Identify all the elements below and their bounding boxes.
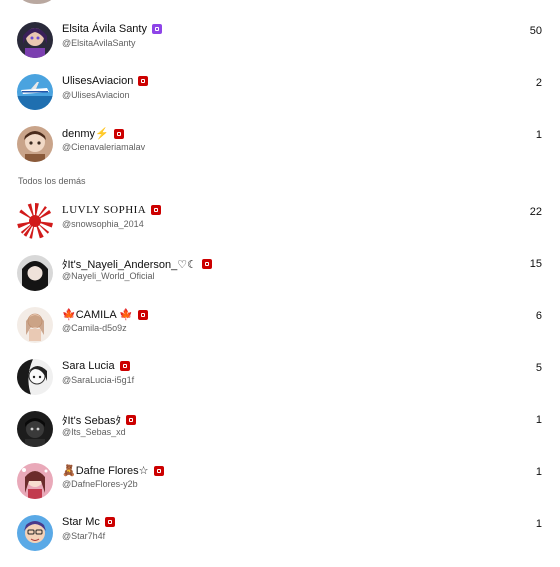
list-item[interactable]: Sara Lucia @SaraLucia-i5g1f 5 — [0, 359, 560, 411]
channel-handle: @Cienavaleriamalav — [62, 142, 146, 152]
count: 50 — [529, 25, 542, 37]
play-badge-icon — [153, 465, 164, 476]
list-item[interactable]: denmy⚡ @Cienavaleriamalav 1 — [0, 126, 560, 178]
avatar — [17, 359, 53, 395]
play-badge-icon — [113, 128, 124, 139]
play-badge-icon — [119, 361, 130, 371]
channel-handle: @Camila-d5o9z — [62, 323, 127, 333]
count: 1 — [535, 129, 542, 141]
play-badge-icon — [137, 309, 148, 320]
section-heading: Todos los demás — [18, 176, 86, 186]
channel-handle: @DafneFlores-y2b — [62, 479, 138, 489]
channel-handle: @ElsitaAvilaSanty — [62, 38, 136, 48]
channel-handle: @UlisesAviacion — [62, 90, 130, 100]
avatar-partial — [20, 0, 54, 4]
count: 2 — [535, 77, 542, 89]
channel-name[interactable]: UlisesAviacion — [62, 75, 149, 87]
play-badge-icon — [125, 415, 136, 425]
avatar — [17, 126, 53, 162]
count: 15 — [529, 258, 542, 270]
avatar — [17, 255, 53, 291]
count: 1 — [535, 414, 542, 426]
channel-name[interactable]: Sara Lucia — [62, 360, 130, 372]
list-item[interactable]: 🧸Dafne Flores☆ @DafneFlores-y2b 1 — [0, 463, 560, 515]
channel-name[interactable]: ﾀIt's Sebasﾀ — [62, 412, 136, 428]
avatar — [17, 203, 53, 239]
channel-handle: @Nayeli_World_Oficial — [62, 271, 155, 281]
count: 6 — [535, 310, 542, 322]
member-badge-icon — [151, 24, 162, 34]
list-item[interactable]: ﾀIt's Sebasﾀ @Its_Sebas_xd 1 — [0, 411, 560, 463]
play-badge-icon — [138, 76, 149, 86]
count: 5 — [535, 362, 542, 374]
play-badge-icon — [104, 517, 115, 527]
channel-name[interactable]: 🍁CAMILA 🍁 — [62, 308, 148, 321]
list-item[interactable]: LUVLY SOPHIA @snowsophia_2014 22 — [0, 203, 560, 255]
list-item[interactable]: Star Mc @Star7h4f 1 — [0, 515, 560, 567]
avatar — [17, 307, 53, 343]
play-badge-icon — [151, 205, 162, 215]
channel-handle: @Its_Sebas_xd — [62, 427, 126, 437]
channel-name[interactable]: 🧸Dafne Flores☆ — [62, 464, 164, 477]
channel-name[interactable]: Star Mc — [62, 516, 115, 528]
avatar — [17, 22, 53, 58]
channel-name[interactable]: Elsita Ávila Santy — [62, 23, 162, 35]
channel-handle: @snowsophia_2014 — [62, 219, 144, 229]
avatar — [17, 463, 53, 499]
play-badge-icon — [201, 259, 212, 269]
list-item[interactable]: Elsita Ávila Santy @ElsitaAvilaSanty 50 — [0, 22, 560, 74]
count: 1 — [535, 466, 542, 478]
count: 1 — [535, 518, 542, 530]
channel-name[interactable]: LUVLY SOPHIA — [62, 204, 162, 216]
count: 22 — [529, 206, 542, 218]
channel-handle: @Star7h4f — [62, 531, 106, 541]
channel-name[interactable]: denmy⚡ — [62, 127, 124, 140]
avatar — [17, 74, 53, 110]
avatar — [17, 515, 53, 551]
channel-name[interactable]: ﾀIt's_Nayeli_Anderson_♡☾ — [62, 256, 212, 272]
list-item[interactable]: ﾀIt's_Nayeli_Anderson_♡☾ @Nayeli_World_O… — [0, 255, 560, 307]
list-item[interactable]: 🍁CAMILA 🍁 @Camila-d5o9z 6 — [0, 307, 560, 359]
avatar — [17, 411, 53, 447]
channel-handle: @SaraLucia-i5g1f — [62, 375, 135, 385]
list-item[interactable]: UlisesAviacion @UlisesAviacion 2 — [0, 74, 560, 126]
